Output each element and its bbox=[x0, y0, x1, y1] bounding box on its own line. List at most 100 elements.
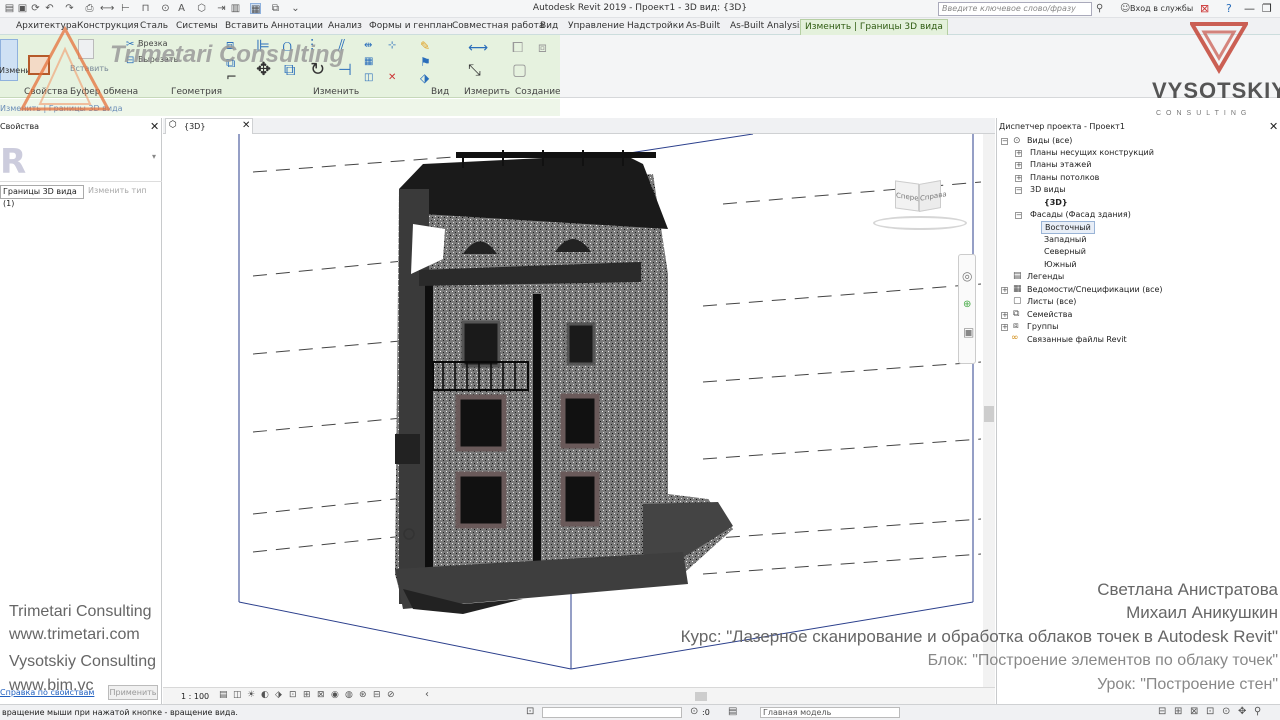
worksets-icon[interactable]: ⊡ bbox=[526, 706, 534, 717]
select-underlay-icon[interactable]: ⊠ bbox=[1190, 706, 1198, 717]
tree-structural-plans[interactable]: Планы несущих конструкций bbox=[1030, 148, 1154, 157]
collapse-toggle[interactable]: − bbox=[1015, 212, 1022, 219]
pin-tool-icon[interactable]: ⊹ bbox=[388, 39, 396, 53]
section-icon[interactable]: ⇥ bbox=[216, 3, 227, 14]
close-hidden-windows-icon[interactable]: ▦ bbox=[250, 3, 261, 15]
delete-tool-icon[interactable]: ✕ bbox=[388, 71, 396, 85]
vertical-scroll-thumb[interactable] bbox=[984, 406, 994, 422]
highlight-icon[interactable]: ⊟ bbox=[373, 690, 381, 700]
tab-asbuilt[interactable]: As-Built bbox=[686, 21, 720, 31]
close-properties-icon[interactable]: ✕ bbox=[150, 120, 159, 133]
zoom-region-icon[interactable]: ▣ bbox=[963, 325, 974, 339]
select-links-icon[interactable]: ⊞ bbox=[1174, 706, 1182, 717]
create-assembly-icon[interactable]: ⧠ bbox=[512, 41, 523, 55]
close-view-icon[interactable]: ✕ bbox=[242, 120, 250, 131]
dimension-icon[interactable]: ⊢ bbox=[120, 3, 131, 14]
worksharing-icon[interactable]: ⊘ bbox=[387, 690, 395, 700]
tab-steel[interactable]: Сталь bbox=[140, 21, 168, 31]
open-icon[interactable]: ▤ bbox=[4, 3, 15, 14]
tab-systems[interactable]: Системы bbox=[176, 21, 218, 31]
tag-icon[interactable]: ⊙ bbox=[160, 3, 171, 14]
search-input[interactable]: Введите ключевое слово/фразу bbox=[938, 2, 1092, 16]
expand-toggle[interactable]: + bbox=[1015, 150, 1022, 157]
create-parts-icon[interactable]: ⧈ bbox=[538, 41, 547, 55]
select-pinned-icon[interactable]: ⊡ bbox=[1206, 706, 1214, 717]
steering-wheel-icon[interactable]: ◎ bbox=[962, 269, 972, 283]
view-cube-front-face[interactable]: Спереди bbox=[895, 180, 928, 212]
type-dropdown-icon[interactable]: ▾ bbox=[152, 152, 156, 161]
expand-toggle[interactable]: + bbox=[1001, 287, 1008, 294]
close-browser-icon[interactable]: ✕ bbox=[1269, 120, 1278, 133]
create-group-icon[interactable]: ▢ bbox=[512, 62, 527, 78]
3d-view-canvas[interactable]: Спереди Справа ◎ ⊕ ▣ bbox=[163, 134, 983, 687]
customize-toolbar-icon[interactable]: ⌄ bbox=[290, 3, 301, 14]
tree-west-elevation[interactable]: Западный bbox=[1044, 235, 1086, 244]
collapse-toggle[interactable]: − bbox=[1001, 138, 1008, 145]
design-options-icon[interactable]: ▤ bbox=[728, 706, 737, 717]
override-graphics-icon[interactable]: ⚑ bbox=[420, 55, 431, 69]
scale-tool-icon[interactable]: ◫ bbox=[364, 71, 373, 85]
redo-icon[interactable]: ↷ bbox=[64, 3, 75, 14]
minimize-icon[interactable]: — bbox=[1244, 2, 1255, 15]
tree-3d-view[interactable]: {3D} bbox=[1044, 198, 1068, 207]
crop-view-icon[interactable]: ⊡ bbox=[289, 690, 297, 700]
tab-annotate[interactable]: Аннотации bbox=[271, 21, 323, 31]
measure-distance-icon[interactable]: ⟷ bbox=[468, 41, 488, 55]
array-tool-icon[interactable]: ▦ bbox=[364, 55, 373, 69]
view-tab[interactable]: ⬡ {3D} ✕ bbox=[165, 118, 253, 134]
render-icon[interactable]: ⬗ bbox=[275, 690, 282, 700]
scroll-left-icon[interactable]: ‹ bbox=[425, 689, 429, 700]
analytical-model-icon[interactable]: ⊛ bbox=[359, 690, 367, 700]
thin-lines-icon[interactable]: ▥ bbox=[230, 3, 241, 14]
design-option-dropdown[interactable]: Главная модель bbox=[760, 707, 900, 718]
editable-only-icon[interactable]: ⊟ bbox=[1158, 706, 1166, 717]
tree-legends[interactable]: Легенды bbox=[1027, 272, 1064, 281]
collapse-toggle[interactable]: − bbox=[1015, 187, 1022, 194]
type-selector[interactable]: Границы 3D вида (1) bbox=[0, 185, 84, 208]
tab-manage[interactable]: Управление bbox=[568, 21, 624, 31]
tab-analyze[interactable]: Анализ bbox=[328, 21, 362, 31]
login-link[interactable]: Вход в службы bbox=[1130, 4, 1193, 13]
expand-toggle[interactable]: + bbox=[1001, 312, 1008, 319]
filter-count-icon[interactable]: ⚲ bbox=[1254, 706, 1261, 717]
tree-elevations[interactable]: Фасады (Фасад здания) bbox=[1030, 210, 1131, 219]
lock-view-icon[interactable]: ⊠ bbox=[317, 690, 325, 700]
default-3d-view-icon[interactable]: ⬡ bbox=[196, 3, 207, 14]
expand-toggle[interactable]: + bbox=[1001, 324, 1008, 331]
view-cube-compass[interactable] bbox=[873, 216, 967, 230]
tree-floor-plans[interactable]: Планы этажей bbox=[1030, 160, 1091, 169]
hide-element-icon[interactable]: ✎ bbox=[420, 39, 430, 53]
save-icon[interactable]: ▣ bbox=[17, 3, 28, 14]
autodesk-store-icon[interactable]: ⊠ bbox=[1200, 2, 1209, 15]
tab-asbuilt-analysis[interactable]: As-Built Analysis bbox=[730, 21, 804, 31]
expand-toggle[interactable]: + bbox=[1015, 162, 1022, 169]
align-icon[interactable]: ⊓ bbox=[140, 3, 151, 14]
tab-massing-site[interactable]: Формы и генплан bbox=[369, 21, 453, 31]
tree-sheets[interactable]: Листы (все) bbox=[1027, 297, 1076, 306]
tab-modify-3d-extents[interactable]: Изменить | Границы 3D вида bbox=[800, 19, 948, 35]
workset-dropdown[interactable] bbox=[542, 707, 682, 718]
search-icon[interactable]: ⚲ bbox=[1096, 3, 1103, 14]
view-cube-right-face[interactable]: Справа bbox=[919, 180, 947, 212]
tree-3d-views[interactable]: 3D виды bbox=[1030, 185, 1066, 194]
tree-ceiling-plans[interactable]: Планы потолков bbox=[1030, 173, 1099, 182]
tab-addins[interactable]: Надстройки bbox=[627, 21, 684, 31]
tree-schedules[interactable]: Ведомости/Спецификации (все) bbox=[1027, 285, 1163, 294]
switch-windows-icon[interactable]: ⧉ bbox=[270, 3, 281, 14]
print-icon[interactable]: ⎙ bbox=[84, 3, 95, 14]
expand-toggle[interactable]: + bbox=[1015, 175, 1022, 182]
visual-style-icon[interactable]: ◫ bbox=[233, 690, 242, 700]
tree-east-elevation[interactable]: Восточный bbox=[1041, 221, 1095, 234]
split-tool-icon[interactable]: ⇹ bbox=[364, 39, 372, 53]
tab-view[interactable]: Вид bbox=[540, 21, 558, 31]
sun-path-icon[interactable]: ☀ bbox=[247, 690, 255, 700]
text-icon[interactable]: A bbox=[176, 3, 187, 14]
zoom-icon[interactable]: ⊕ bbox=[963, 299, 971, 310]
drag-elements-icon[interactable]: ✥ bbox=[1238, 706, 1246, 717]
measure-icon[interactable]: ⟷ bbox=[100, 3, 114, 14]
tree-families[interactable]: Семейства bbox=[1027, 310, 1072, 319]
view-scale[interactable]: 1 : 100 bbox=[181, 692, 209, 701]
tab-collaborate[interactable]: Совместная работа bbox=[452, 21, 544, 31]
modify-button[interactable]: Изменить bbox=[0, 39, 40, 81]
measure-along-icon[interactable]: ⤡ bbox=[468, 62, 481, 78]
